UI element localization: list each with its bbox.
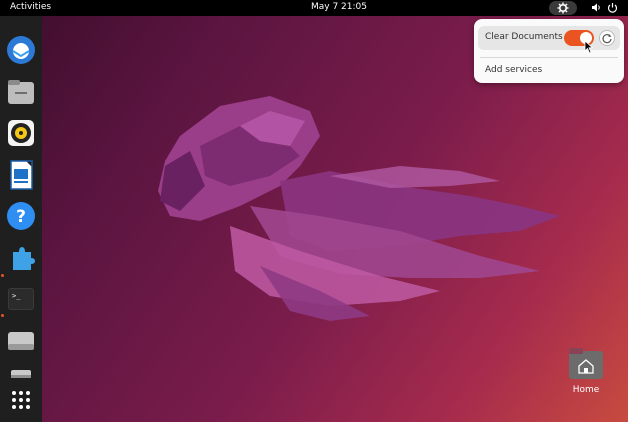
settings-icon — [557, 2, 569, 14]
quick-settings-menu: Clear Documents Add services — [474, 19, 624, 83]
clear-documents-row[interactable]: Clear Documents — [478, 26, 620, 50]
volume-icon[interactable] — [591, 2, 602, 13]
terminal-icon[interactable]: >_ — [5, 283, 37, 315]
running-indicator — [1, 314, 4, 317]
rhythmbox-icon[interactable] — [5, 117, 37, 149]
thunderbird-icon[interactable] — [5, 34, 37, 66]
refresh-button[interactable] — [599, 30, 615, 46]
dock: ? >_ — [0, 16, 42, 422]
top-bar: Activities May 7 21:05 — [0, 0, 628, 16]
running-indicator — [1, 274, 4, 277]
svg-text:?: ? — [16, 207, 26, 227]
drive-icon[interactable] — [5, 325, 37, 357]
home-folder[interactable]: Home — [566, 346, 606, 398]
app-center-icon[interactable] — [5, 242, 37, 274]
mouse-cursor-icon — [584, 40, 594, 54]
add-services-item[interactable]: Add services — [485, 65, 542, 75]
activities-button[interactable]: Activities — [10, 2, 51, 12]
svg-text:>_: >_ — [12, 292, 21, 300]
help-icon[interactable]: ? — [5, 200, 37, 232]
libreoffice-writer-icon[interactable] — [5, 159, 37, 191]
refresh-icon — [602, 34, 612, 44]
clock[interactable]: May 7 21:05 — [311, 2, 367, 12]
settings-indicator[interactable] — [549, 1, 577, 15]
home-folder-icon — [569, 348, 603, 379]
clear-documents-label: Clear Documents — [485, 32, 563, 42]
show-apps-icon[interactable] — [5, 384, 37, 416]
jellyfish-artwork — [158, 96, 560, 321]
menu-divider — [480, 57, 618, 58]
files-icon[interactable] — [5, 76, 37, 108]
home-label: Home — [572, 385, 600, 395]
power-icon[interactable] — [607, 2, 618, 13]
